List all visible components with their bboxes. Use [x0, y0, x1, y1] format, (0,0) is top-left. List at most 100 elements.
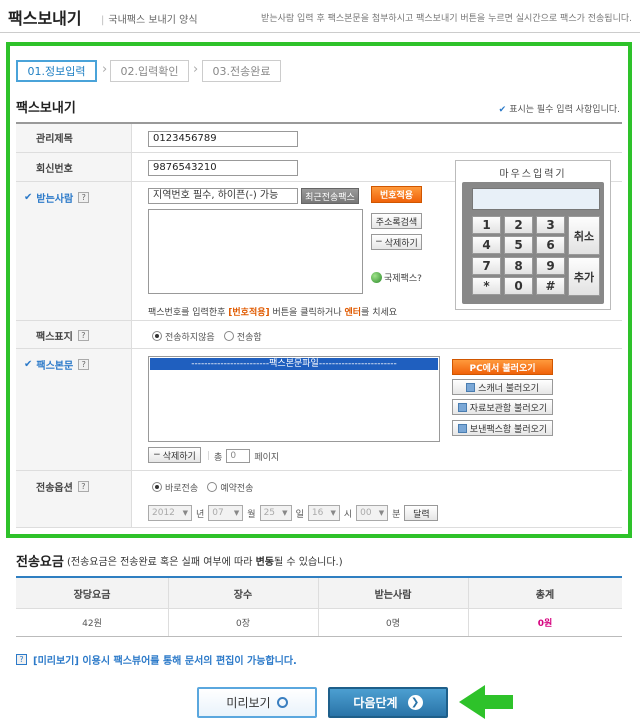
month-select[interactable]: 07 ▼: [208, 505, 244, 521]
calendar-button[interactable]: 달력: [404, 505, 439, 521]
chevron-down-icon: ▼: [182, 509, 188, 517]
apply-number-button[interactable]: 번호적용: [371, 186, 422, 203]
keypad-add-key[interactable]: 추가: [568, 257, 600, 296]
cover-label: 팩스표지?: [36, 328, 89, 343]
fee-note-text: 될 수 있습니다.): [273, 557, 343, 568]
step-chevron-icon: ›: [102, 62, 108, 77]
archive-label: 자료보관함 불러오기: [469, 403, 548, 414]
keypad-key-9[interactable]: 9: [536, 257, 565, 275]
cover-radio-send[interactable]: [223, 331, 234, 341]
step-confirm: 02.입력확인: [110, 60, 189, 82]
row-divider: [16, 470, 622, 471]
help-icon[interactable]: ?: [78, 358, 90, 370]
sent-fax-load-button[interactable]: 보낸팩스함 불러오기: [452, 420, 553, 436]
globe-icon: [371, 272, 382, 283]
hour-select[interactable]: 16 ▼: [307, 505, 340, 521]
hint-highlight: [번호적용]: [228, 308, 270, 318]
keypad-key-6[interactable]: 6: [536, 236, 565, 254]
help-icon[interactable]: ?: [77, 480, 89, 492]
fax-body-file-item[interactable]: ------------------------팩스본문파일----------…: [150, 358, 438, 370]
page-description: 받는사람 입력 후 팩스본문을 첨부하시고 팩스보내기 버튼을 누르면 실시간으…: [261, 14, 632, 24]
section-title: 팩스보내기: [16, 101, 76, 116]
year-value: 2012: [152, 508, 175, 518]
recipient-list[interactable]: [148, 209, 363, 294]
fee-header-recipients: 받는사람: [318, 578, 468, 608]
green-arrow-icon: [459, 685, 513, 719]
intl-fax-link[interactable]: 국제팩스?: [371, 271, 422, 284]
year-select[interactable]: 2012 ▼: [148, 505, 192, 521]
archive-load-button[interactable]: 자료보관함 불러오기: [452, 399, 553, 415]
keypad-key-1[interactable]: 1: [472, 216, 501, 234]
keypad-title: 마우스입력기: [499, 169, 567, 180]
recipient-number-input[interactable]: 지역번호 필수, 하이픈(-) 가능: [148, 188, 298, 204]
check-icon: ✔: [24, 191, 33, 203]
scanner-load-button[interactable]: 스캐너 불러오기: [452, 379, 553, 395]
folder-icon: [457, 402, 467, 412]
day-select[interactable]: 25 ▼: [259, 505, 292, 521]
keypad-cancel-key[interactable]: 취소: [568, 216, 600, 255]
row-divider: [16, 527, 622, 528]
fee-header-unit-price: 장당요금: [16, 578, 168, 608]
pc-load-button[interactable]: PC에서 불러오기: [452, 359, 553, 375]
cover-option-label: 전송함: [236, 333, 262, 343]
step-chevron-icon: ›: [193, 62, 199, 77]
send-now-radio[interactable]: [152, 482, 162, 492]
next-button-label: 다음단계: [353, 696, 398, 710]
fee-title: 전송요금: [16, 555, 64, 570]
cover-label-text: 팩스표지: [36, 331, 73, 343]
preview-button-label: 미리보기: [226, 696, 271, 710]
send-option-label: 예약전송: [220, 484, 254, 494]
intl-fax-text: 국제팩스?: [384, 274, 422, 284]
keypad-key-2[interactable]: 2: [504, 216, 533, 234]
scanner-label: 스캐너 불러오기: [478, 383, 539, 394]
mgmt-title-input[interactable]: 0123456789: [148, 131, 298, 147]
reply-number-input[interactable]: 9876543210: [148, 160, 298, 176]
body-delete-button[interactable]: − 삭제하기: [148, 447, 201, 463]
chevron-down-icon: ▼: [378, 509, 385, 517]
fee-header-pages: 장수: [168, 578, 318, 608]
address-search-button[interactable]: 주소록검색: [371, 213, 422, 229]
keypad-key-star[interactable]: *: [472, 277, 501, 295]
cover-radio-none[interactable]: [152, 331, 162, 341]
help-icon: ?: [16, 654, 27, 665]
day-unit: 일: [295, 509, 304, 520]
cover-options: 전송하지않음 전송함: [152, 330, 262, 343]
keypad-key-8[interactable]: 8: [504, 257, 533, 275]
keypad-key-4[interactable]: 4: [472, 236, 501, 254]
hint-text: 팩스번호를 입력한후: [148, 308, 226, 318]
header-divider: [0, 32, 640, 33]
fee-header-total: 총계: [468, 578, 622, 608]
reservation-datetime: 2012 ▼ 년 07 ▼ 월 25 ▼ 일 16 ▼ 시 00 ▼ 분 달력: [148, 505, 439, 521]
fax-box-icon: [457, 423, 467, 433]
label-column: [16, 124, 132, 527]
row-divider: [16, 320, 622, 321]
keypad-key-hash[interactable]: #: [536, 277, 565, 295]
fee-unit-price-value: 42원: [82, 618, 102, 629]
help-icon[interactable]: ?: [77, 329, 89, 341]
scanner-icon: [466, 382, 476, 392]
keypad-key-5[interactable]: 5: [504, 236, 533, 254]
next-step-button[interactable]: 다음단계 ❯: [328, 687, 448, 718]
help-icon[interactable]: ?: [78, 191, 90, 203]
month-value: 07: [212, 508, 224, 518]
page-count-input[interactable]: 0: [226, 449, 251, 463]
recipient-delete-button[interactable]: − 삭제하기: [371, 234, 422, 250]
send-reserved-radio[interactable]: [207, 482, 218, 492]
fax-body-label: ✔ 팩스본문?: [24, 357, 90, 372]
keypad-key-7[interactable]: 7: [472, 257, 501, 275]
keypad-key-3[interactable]: 3: [536, 216, 565, 234]
chevron-down-icon: ▼: [282, 509, 288, 517]
keypad-key-0[interactable]: 0: [504, 277, 533, 295]
month-unit: 월: [247, 509, 256, 520]
fee-note-emphasis: 변동: [255, 557, 274, 568]
day-value: 25: [263, 508, 276, 518]
fee-note: (전송요금은 전송완료 혹은 실패 여부에 따라 변동될 수 있습니다.): [67, 553, 343, 568]
recent-fax-button[interactable]: 최근전송팩스: [301, 188, 359, 204]
preview-button[interactable]: 미리보기: [197, 687, 317, 718]
send-option-label: 전송옵션?: [36, 479, 89, 494]
required-note: ✔ 표시는 필수 입력 사항입니다.: [499, 102, 620, 115]
hour-value: 16: [311, 508, 324, 518]
minute-select[interactable]: 00 ▼: [356, 505, 389, 521]
cover-option-label: 전송하지않음: [165, 333, 215, 343]
step-info-input: 01.정보입력: [16, 60, 97, 82]
